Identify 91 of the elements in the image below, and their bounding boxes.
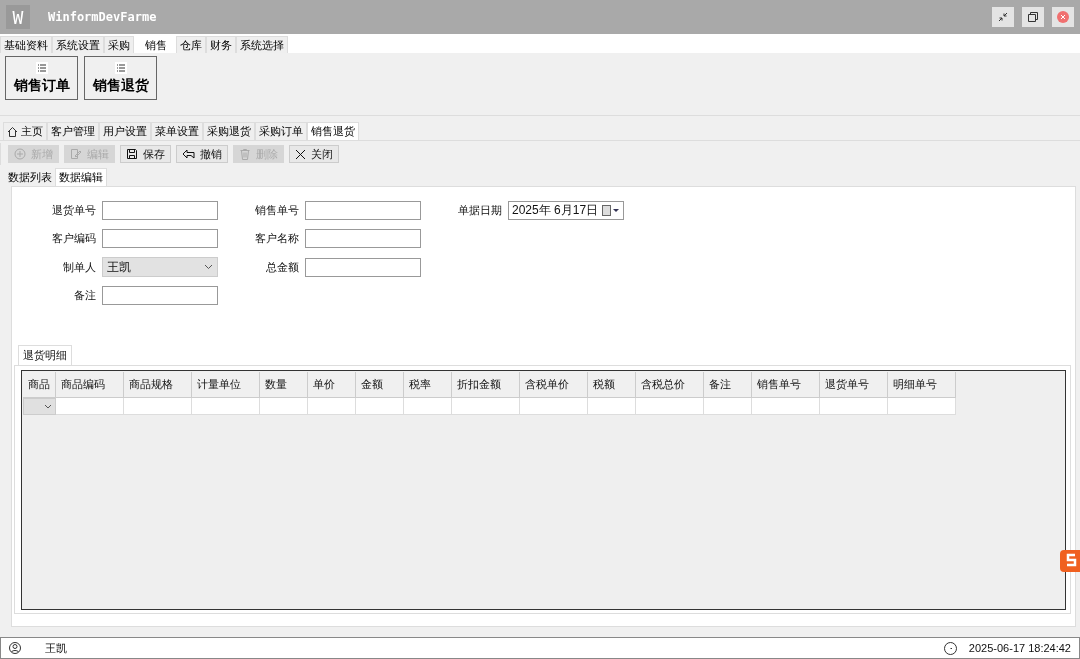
- text-field[interactable]: [102, 201, 218, 220]
- document-tab[interactable]: 客户管理: [47, 122, 99, 140]
- plus-circle-icon: [14, 148, 26, 160]
- menu-tab[interactable]: 仓库: [176, 36, 206, 53]
- grid-cell[interactable]: [888, 398, 956, 415]
- menu-tab[interactable]: 系统选择: [236, 36, 288, 53]
- column-header[interactable]: 金额: [356, 372, 404, 398]
- edit-icon: [70, 148, 82, 160]
- column-header[interactable]: 商品: [23, 372, 56, 398]
- restore-button[interactable]: [1022, 7, 1044, 27]
- shrink-arrows-icon: [998, 12, 1008, 22]
- field-label: 销售单号: [254, 203, 299, 218]
- document-tab[interactable]: 菜单设置: [151, 122, 203, 140]
- field-label: 客户名称: [254, 231, 299, 246]
- text-field[interactable]: [305, 257, 421, 277]
- grid-combo-cell[interactable]: [23, 398, 56, 415]
- column-header[interactable]: 商品编码: [56, 372, 124, 398]
- grid-cell[interactable]: [588, 398, 636, 415]
- menu-tab[interactable]: 基础资料: [0, 36, 52, 53]
- document-tab[interactable]: 采购退货: [203, 122, 255, 140]
- column-header[interactable]: 数量: [260, 372, 308, 398]
- trash-icon: [239, 148, 251, 160]
- list-icon: [114, 61, 127, 74]
- grid-cell[interactable]: [452, 398, 520, 415]
- calendar-dropdown-icon: [602, 205, 620, 216]
- status-time: 2025-06-17 18:24:42: [968, 642, 1071, 654]
- field-label: 制单人: [62, 259, 96, 275]
- field-label: 总金额: [265, 259, 299, 275]
- grid-cell[interactable]: [356, 398, 404, 415]
- grid-cell[interactable]: [308, 398, 356, 415]
- window-title: WinformDevFarme: [48, 10, 158, 24]
- detail-tab[interactable]: 退货明细: [18, 345, 72, 365]
- status-user: 王凯: [45, 640, 68, 656]
- menu-tab[interactable]: 财务: [206, 36, 236, 53]
- clock-icon: [943, 641, 957, 655]
- column-header[interactable]: 含税总价: [636, 372, 704, 398]
- undo-icon: [182, 148, 195, 160]
- sub-tab[interactable]: 数据编辑: [55, 168, 107, 186]
- date-picker[interactable]: 2025年 6月17日: [508, 201, 624, 220]
- column-header[interactable]: 税率: [404, 372, 452, 398]
- field-label: 备注: [73, 288, 96, 303]
- document-tab[interactable]: 主页: [3, 122, 47, 140]
- grid-cell[interactable]: [124, 398, 192, 415]
- menu-tab[interactable]: 采购: [104, 36, 134, 53]
- text-field[interactable]: [305, 229, 421, 248]
- chevron-down-icon: [204, 264, 213, 270]
- column-header[interactable]: 商品规格: [124, 372, 192, 398]
- field-label: 退货单号: [51, 203, 96, 218]
- column-header[interactable]: 计量单位: [192, 372, 260, 398]
- minimize-button[interactable]: [992, 7, 1014, 27]
- save-icon: [126, 148, 138, 160]
- grid-cell[interactable]: [820, 398, 888, 415]
- field-label: 单据日期: [457, 203, 502, 218]
- ribbon-button[interactable]: 销售订单: [5, 56, 78, 100]
- grid-cell[interactable]: [636, 398, 704, 415]
- home-icon: [7, 126, 18, 137]
- grid-cell[interactable]: [520, 398, 588, 415]
- ribbon-button[interactable]: 销售退货: [84, 56, 157, 100]
- column-header[interactable]: 单价: [308, 372, 356, 398]
- column-header[interactable]: 折扣金额: [452, 372, 520, 398]
- column-header[interactable]: 含税单价: [520, 372, 588, 398]
- dropdown-field[interactable]: 王凯: [102, 257, 218, 277]
- document-tab[interactable]: 销售退货: [307, 122, 359, 140]
- text-field[interactable]: [305, 201, 421, 220]
- field-label: 客户编码: [51, 231, 96, 246]
- column-header[interactable]: 明细单号: [888, 372, 956, 398]
- close-button[interactable]: [1052, 7, 1074, 27]
- grid-cell[interactable]: [752, 398, 820, 415]
- app-logo: W: [6, 5, 30, 29]
- column-header[interactable]: 退货单号: [820, 372, 888, 398]
- document-tab[interactable]: 采购订单: [255, 122, 307, 140]
- grid-cell[interactable]: [56, 398, 124, 415]
- restore-icon: [1028, 12, 1038, 22]
- text-field[interactable]: [102, 229, 218, 248]
- column-header[interactable]: 销售单号: [752, 372, 820, 398]
- grid-cell[interactable]: [704, 398, 752, 415]
- column-header[interactable]: 税额: [588, 372, 636, 398]
- close-icon: [295, 148, 306, 160]
- menu-tab[interactable]: 系统设置: [52, 36, 104, 53]
- grid-cell[interactable]: [192, 398, 260, 415]
- column-header[interactable]: 备注: [704, 372, 752, 398]
- close-icon: [1057, 11, 1069, 23]
- toolbar-button[interactable]: 保存: [120, 145, 171, 163]
- list-icon: [35, 61, 48, 74]
- user-icon: [9, 642, 21, 654]
- document-tab[interactable]: 用户设置: [99, 122, 151, 140]
- grid-cell[interactable]: [404, 398, 452, 415]
- grid-cell[interactable]: [260, 398, 308, 415]
- toolbar-button[interactable]: 撤销: [176, 145, 228, 163]
- toolbar-button[interactable]: 关闭: [289, 145, 339, 163]
- text-field[interactable]: [102, 286, 218, 305]
